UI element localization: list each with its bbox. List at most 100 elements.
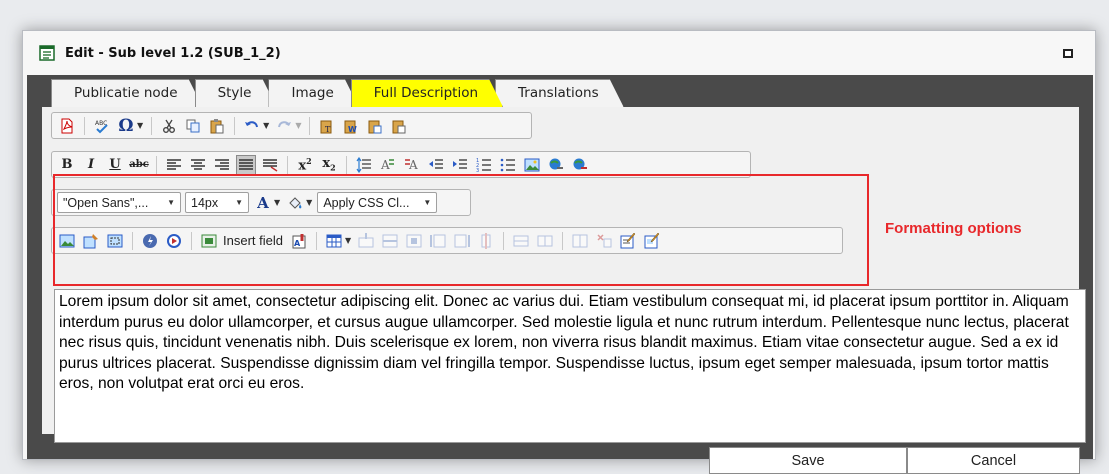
insert-field-icon[interactable] (199, 231, 219, 251)
chevron-down-icon[interactable]: ▼ (137, 121, 143, 130)
insert-field-label[interactable]: Insert field (223, 233, 283, 248)
chevron-down-icon[interactable]: ▼ (345, 236, 351, 245)
chevron-down-icon[interactable]: ▼ (274, 198, 280, 207)
separator (191, 231, 192, 250)
chevron-down-icon: ▼ (423, 198, 432, 207)
column-insert-after-icon[interactable] (452, 231, 472, 251)
line-height-icon[interactable] (354, 155, 374, 175)
align-center-icon[interactable] (188, 155, 208, 175)
column-delete-icon[interactable] (476, 231, 496, 251)
font-size-value: 14px (191, 195, 219, 210)
background-color-icon[interactable] (285, 193, 305, 213)
underline-button[interactable]: U (105, 155, 125, 175)
image-icon[interactable] (522, 155, 542, 175)
cell-icon[interactable] (404, 231, 424, 251)
toolbar-insert: Insert field A ▼ (51, 227, 843, 254)
chevron-down-icon[interactable]: ▼ (295, 121, 301, 130)
separator (287, 155, 288, 174)
chevron-down-icon: ▼ (167, 198, 175, 207)
unlink-icon[interactable] (570, 155, 590, 175)
maximize-icon[interactable] (1063, 49, 1073, 58)
separator (309, 116, 311, 135)
cell-properties-icon[interactable] (594, 231, 614, 251)
tab-full-description[interactable]: Full Description (351, 79, 503, 107)
split-cells-icon[interactable] (535, 231, 555, 251)
toolbar-formatting: B I U abc x2 x2 A A 123 (51, 151, 751, 178)
media-icon[interactable] (164, 231, 184, 251)
insert-image-icon[interactable] (57, 231, 77, 251)
chevron-down-icon[interactable]: ▼ (306, 198, 312, 207)
underline-label: U (109, 157, 121, 172)
ordered-list-icon[interactable]: 123 (474, 155, 494, 175)
flash-icon[interactable] (140, 231, 160, 251)
tab-bar: Publicatie node Style Image Full Descrip… (51, 79, 616, 107)
tab-style[interactable]: Style (195, 79, 277, 107)
justify-icon[interactable] (236, 154, 256, 175)
edit-cell-icon[interactable] (642, 231, 662, 251)
copy-icon[interactable] (183, 116, 203, 136)
font-size-select[interactable]: 14px ▼ (185, 192, 249, 213)
undo-icon[interactable] (242, 116, 262, 136)
separator (132, 231, 133, 250)
superscript-icon[interactable]: x2 (295, 155, 315, 175)
separator (315, 231, 317, 250)
tab-publicatie-node[interactable]: Publicatie node (51, 79, 203, 107)
paste-text-icon[interactable]: T (317, 116, 337, 136)
text-direction-rtl-icon[interactable]: A (402, 155, 422, 175)
bold-button[interactable]: B (57, 155, 77, 175)
column-insert-before-icon[interactable] (428, 231, 448, 251)
italic-label: I (87, 157, 95, 172)
align-left-icon[interactable] (164, 155, 184, 175)
merge-cells-icon[interactable] (511, 231, 531, 251)
font-color-button[interactable]: A (253, 193, 273, 213)
paste-icon[interactable] (207, 116, 227, 136)
separator (562, 231, 564, 250)
cancel-button[interactable]: Cancel (907, 447, 1080, 474)
field-tag-icon[interactable]: A (289, 231, 309, 251)
toolbar-clipboard: ABC Ω ▼ ▼ ▼ T W (51, 112, 532, 139)
tab-translations[interactable]: Translations (495, 79, 624, 107)
tab-image[interactable]: Image (268, 79, 358, 107)
image-map-icon[interactable] (105, 231, 125, 251)
bold-label: B (61, 157, 73, 172)
align-right-icon[interactable] (212, 155, 232, 175)
indent-icon[interactable] (450, 155, 470, 175)
paste-plain-icon[interactable] (389, 116, 409, 136)
cut-icon[interactable] (159, 116, 179, 136)
edit-dialog: Edit - Sub level 1.2 (SUB_1_2) Publicati… (22, 30, 1096, 474)
outdent-icon[interactable] (426, 155, 446, 175)
text-direction-ltr-icon[interactable]: A (378, 155, 398, 175)
table-icon[interactable] (324, 231, 344, 251)
unordered-list-icon[interactable] (498, 155, 518, 175)
row-insert-icon[interactable] (356, 231, 376, 251)
subscript-icon[interactable]: x2 (319, 155, 339, 175)
image-properties-icon[interactable] (81, 231, 101, 251)
dialog-titlebar: Edit - Sub level 1.2 (SUB_1_2) (23, 31, 1095, 75)
omega-icon[interactable]: Ω (116, 116, 136, 136)
svg-text:T: T (325, 125, 331, 134)
table-properties-icon[interactable] (570, 231, 590, 251)
separator (156, 155, 157, 174)
strikethrough-button[interactable]: abc (129, 155, 149, 175)
chevron-down-icon: ▼ (235, 198, 243, 207)
link-icon[interactable] (546, 155, 566, 175)
paste-special-icon[interactable] (365, 116, 385, 136)
paste-word-icon[interactable]: W (341, 116, 361, 136)
separator (503, 231, 505, 250)
redo-icon[interactable] (274, 116, 294, 136)
chevron-down-icon[interactable]: ▼ (263, 121, 269, 130)
save-button[interactable]: Save (709, 447, 907, 474)
pdf-icon[interactable] (57, 116, 77, 136)
row-delete-icon[interactable] (380, 231, 400, 251)
dialog-title: Edit - Sub level 1.2 (SUB_1_2) (65, 45, 281, 61)
justify-full-icon[interactable] (260, 155, 280, 175)
font-family-select[interactable]: "Open Sans",... ▼ (57, 192, 181, 213)
css-class-select[interactable]: Apply CSS Cl... ▼ (317, 192, 438, 213)
font-color-label: A (257, 193, 269, 212)
editor-content[interactable]: Lorem ipsum dolor sit amet, consectetur … (54, 289, 1086, 443)
edit-table-icon[interactable] (618, 231, 638, 251)
italic-button[interactable]: I (81, 155, 101, 175)
svg-text:W: W (348, 125, 357, 134)
svg-text:3: 3 (476, 168, 479, 173)
spellcheck-icon[interactable]: ABC (92, 116, 112, 136)
